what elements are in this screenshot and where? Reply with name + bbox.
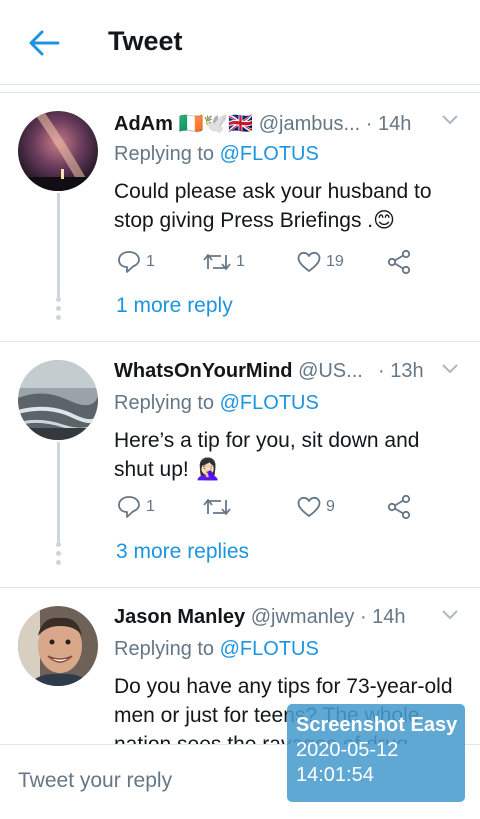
watermark-time: 14:01:54	[296, 764, 374, 786]
like-button[interactable]: 9	[296, 492, 335, 522]
divider	[0, 84, 480, 93]
name-emojis: 🇮🇪🕊️🇬🇧	[178, 113, 254, 135]
avatar[interactable]	[18, 360, 98, 440]
timestamp: · 14h	[365, 113, 412, 135]
thread-dots	[56, 297, 61, 324]
reply-input[interactable]: Tweet your reply	[18, 769, 172, 793]
reply-count: 1	[146, 253, 155, 270]
tweet-actions: 1 1 19	[116, 247, 416, 277]
share-button[interactable]	[386, 247, 412, 277]
share-icon	[387, 494, 411, 520]
watermark-date: 2020-05-12	[296, 739, 399, 761]
mention-link[interactable]: @FLOTUS	[220, 638, 319, 660]
thread-line	[57, 442, 60, 542]
share-icon	[387, 249, 411, 275]
retweet-count: 1	[236, 253, 245, 270]
replying-to: Replying to @FLOTUS	[114, 143, 319, 166]
tweet-actions: 1 9	[116, 492, 416, 522]
retweet-icon	[203, 254, 231, 270]
thread-dots	[56, 542, 61, 569]
replying-to: Replying to @FLOTUS	[114, 392, 319, 415]
mention-link[interactable]: @FLOTUS	[220, 392, 319, 414]
chevron-down-icon[interactable]	[440, 362, 460, 376]
user-handle[interactable]: @jwmanley	[251, 606, 355, 628]
timestamp: · 14h	[359, 606, 406, 628]
page-title: Tweet	[108, 26, 183, 56]
retweet-button[interactable]	[202, 492, 236, 522]
display-name[interactable]: Jason Manley	[114, 606, 245, 628]
chevron-down-icon[interactable]	[440, 113, 460, 127]
like-count: 19	[326, 253, 344, 270]
screenshot-watermark: Screenshot Easy 2020-05-12 14:01:54	[287, 704, 465, 802]
avatar[interactable]	[18, 606, 98, 686]
chevron-down-icon[interactable]	[440, 608, 460, 622]
reply-tweet[interactable]: WhatsOnYourMind @US... · 13h Replying to…	[0, 342, 480, 588]
tweet-header: Jason Manley @jwmanley · 14h	[114, 606, 464, 634]
reply-count: 1	[146, 498, 155, 515]
tweet-text: Here’s a tip for you, sit down and shut …	[114, 429, 420, 481]
share-button[interactable]	[386, 492, 412, 522]
reply-icon	[118, 496, 140, 518]
display-name[interactable]: AdAm	[114, 113, 173, 135]
avatar[interactable]	[18, 111, 98, 191]
tweet-header: AdAm 🇮🇪🕊️🇬🇧 @jambus... · 14h	[114, 111, 464, 139]
reply-button[interactable]: 1	[116, 247, 155, 277]
mention-link[interactable]: @FLOTUS	[220, 143, 319, 165]
like-count: 9	[326, 498, 335, 515]
more-replies-link[interactable]: 3 more replies	[116, 540, 249, 564]
heart-icon	[297, 251, 321, 272]
replying-label: Replying to	[114, 143, 215, 165]
reply-icon	[118, 251, 140, 273]
retweet-icon	[203, 499, 231, 515]
more-replies-link[interactable]: 1 more reply	[116, 294, 233, 318]
like-button[interactable]: 19	[296, 247, 344, 277]
top-bar: Tweet	[0, 0, 480, 85]
replying-to: Replying to @FLOTUS	[114, 638, 319, 661]
replying-label: Replying to	[114, 638, 215, 660]
reply-tweet[interactable]: AdAm 🇮🇪🕊️🇬🇧 @jambus... · 14h Replying to…	[0, 93, 480, 342]
tweet-header: WhatsOnYourMind @US... · 13h	[114, 360, 464, 388]
tweet-text: Could please ask your husband to stop gi…	[114, 180, 432, 232]
timestamp: · 13h	[378, 360, 424, 382]
user-handle[interactable]: @US...	[298, 360, 363, 382]
display-name[interactable]: WhatsOnYourMind	[114, 360, 293, 382]
watermark-title: Screenshot Easy	[296, 714, 458, 736]
reply-button[interactable]: 1	[116, 492, 155, 522]
user-handle[interactable]: @jambus...	[259, 113, 360, 135]
retweet-button[interactable]: 1	[202, 247, 245, 277]
heart-icon	[297, 496, 321, 517]
thread-line	[57, 193, 60, 297]
replying-label: Replying to	[114, 392, 215, 414]
back-arrow-icon[interactable]	[28, 28, 60, 58]
